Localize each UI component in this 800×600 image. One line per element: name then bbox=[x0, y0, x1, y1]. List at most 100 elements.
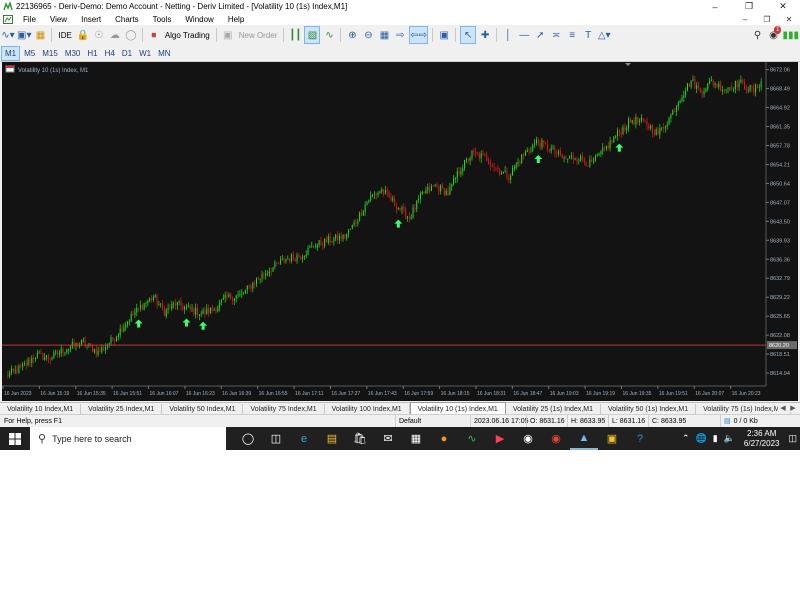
restore-button[interactable]: ❐ bbox=[732, 0, 766, 13]
bear-candle bbox=[736, 80, 738, 88]
menu-view[interactable]: View bbox=[43, 15, 74, 24]
connection-status-icon[interactable]: ▮▮▮ bbox=[782, 27, 799, 43]
bull-candle bbox=[233, 298, 235, 301]
menu-insert[interactable]: Insert bbox=[74, 15, 108, 24]
equidistant-channel-icon[interactable]: ≍ bbox=[549, 27, 563, 43]
timeframe-m30[interactable]: M30 bbox=[62, 47, 84, 60]
bull-candle bbox=[524, 152, 526, 156]
action-center-icon[interactable]: ◫ bbox=[788, 433, 797, 444]
taskbar-clock[interactable]: 2:36 AM 6/27/2023 bbox=[744, 429, 780, 449]
bull-candle bbox=[758, 86, 760, 88]
volume-icon[interactable]: 🔈 bbox=[724, 433, 735, 444]
taskbar-search-box[interactable]: ⚲ Type here to search bbox=[30, 427, 226, 450]
trading-app-icon[interactable]: ∿ bbox=[458, 427, 486, 450]
task-view-icon[interactable]: ◫ bbox=[262, 427, 290, 450]
deriv-app-icon[interactable]: ▶ bbox=[486, 427, 514, 450]
bull-candle bbox=[119, 328, 121, 336]
price-chart-canvas[interactable]: Volatility 10 (1s) Index, M1 8672.06 8668.… bbox=[2, 62, 798, 401]
bar-chart-icon[interactable]: ┃┃ bbox=[288, 27, 302, 43]
timeframe-m5[interactable]: M5 bbox=[21, 47, 38, 60]
obs-icon[interactable]: ◉ bbox=[514, 427, 542, 450]
new-chart-icon[interactable]: ∿▾ bbox=[1, 27, 15, 43]
horizontal-line-icon[interactable]: — bbox=[517, 27, 531, 43]
zoom-in-icon[interactable]: ⊕ bbox=[345, 27, 359, 43]
algo-trading-icon[interactable]: ⏹ bbox=[147, 27, 161, 43]
menu-tools[interactable]: Tools bbox=[146, 15, 179, 24]
tab-scroll-left-icon[interactable]: ◀ bbox=[778, 404, 788, 412]
tab-scroll-right-icon[interactable]: ▶ bbox=[788, 404, 798, 412]
menu-charts[interactable]: Charts bbox=[108, 15, 146, 24]
time-tick-label: 16 Jun 18:31 bbox=[477, 391, 506, 397]
search-icon[interactable]: ⚲ bbox=[750, 27, 764, 43]
chrome-icon[interactable]: ◉ bbox=[542, 427, 570, 450]
vertical-line-icon[interactable]: │ bbox=[501, 27, 515, 43]
trendline-icon[interactable]: ➚ bbox=[533, 27, 547, 43]
algo-trading-button[interactable]: Algo Trading bbox=[165, 31, 210, 40]
network-icon[interactable]: 🌐 bbox=[696, 433, 707, 444]
timeframe-mn[interactable]: MN bbox=[155, 47, 173, 60]
timeframe-h1[interactable]: H1 bbox=[84, 47, 100, 60]
toolbar-separator bbox=[283, 28, 285, 42]
minimize-button[interactable]: – bbox=[698, 0, 732, 13]
edge-browser-icon[interactable]: e bbox=[290, 427, 318, 450]
bear-candle bbox=[395, 205, 397, 210]
ide-button[interactable]: IDE bbox=[58, 31, 71, 40]
bull-candle bbox=[373, 194, 375, 196]
new-order-icon[interactable]: ▣ bbox=[221, 27, 235, 43]
bear-candle bbox=[576, 159, 578, 161]
new-order-button[interactable]: New Order bbox=[239, 31, 278, 40]
metatrader-taskbar-icon[interactable]: ▲ bbox=[570, 427, 598, 450]
mail-icon[interactable]: ✉ bbox=[374, 427, 402, 450]
battery-icon[interactable]: ▮ bbox=[713, 433, 718, 444]
chart-symbol-label: Volatility 10 (1s) Index, M1 bbox=[18, 68, 89, 74]
profiles-icon[interactable]: ▣▾ bbox=[17, 27, 31, 43]
vps-icon[interactable]: ◯ bbox=[124, 27, 138, 43]
auto-scroll-icon[interactable]: ⇨ bbox=[393, 27, 407, 43]
chart-restore-button[interactable]: ❐ bbox=[756, 13, 778, 25]
help-icon[interactable]: ? bbox=[626, 427, 654, 450]
chart-shift-icon[interactable]: ⇦⇨ bbox=[409, 26, 429, 44]
app-icon-orange[interactable]: ● bbox=[430, 427, 458, 450]
microsoft-store-icon[interactable]: 🛍 bbox=[346, 427, 374, 450]
cortana-icon[interactable]: ◯ bbox=[234, 427, 262, 450]
menu-window[interactable]: Window bbox=[178, 15, 220, 24]
notifications-icon[interactable]: ◉ 1 bbox=[766, 26, 782, 43]
candlestick-chart-icon[interactable]: ▧ bbox=[304, 26, 321, 44]
market-watch-icon[interactable]: ▦ bbox=[33, 27, 47, 43]
bull-candle bbox=[675, 106, 677, 112]
bull-candle bbox=[200, 313, 202, 315]
lock-icon[interactable]: 🔒 bbox=[76, 27, 90, 43]
tray-chevron-icon[interactable]: ⌃ bbox=[682, 433, 690, 444]
windows-start-button[interactable] bbox=[0, 427, 30, 450]
zoom-out-icon[interactable]: ⊖ bbox=[361, 27, 375, 43]
metatrader-app-icon bbox=[3, 2, 13, 11]
chart-minimize-button[interactable]: – bbox=[734, 13, 756, 25]
price-chart[interactable]: Volatility 10 (1s) Index, M1 8672.06 8668.… bbox=[2, 62, 798, 401]
crosshair-icon[interactable]: ✚ bbox=[478, 27, 492, 43]
menu-file[interactable]: File bbox=[16, 15, 43, 24]
timeframe-m15[interactable]: M15 bbox=[39, 47, 61, 60]
search-icon: ⚲ bbox=[38, 433, 47, 445]
timeframe-w1[interactable]: W1 bbox=[136, 47, 154, 60]
tile-windows-icon[interactable]: ▦ bbox=[377, 27, 391, 43]
cloud-icon[interactable]: ☁ bbox=[108, 27, 122, 43]
text-tool-icon[interactable]: T bbox=[581, 27, 595, 43]
timeframe-m1[interactable]: M1 bbox=[1, 45, 21, 61]
fibonacci-icon[interactable]: ≡ bbox=[565, 27, 579, 43]
signal-icon[interactable]: ☉ bbox=[92, 27, 106, 43]
cursor-icon[interactable]: ↖ bbox=[460, 26, 477, 44]
bull-candle bbox=[512, 168, 514, 176]
traffic-icon: ▤ bbox=[724, 418, 731, 425]
shapes-icon[interactable]: △▾ bbox=[597, 27, 611, 43]
line-chart-icon[interactable]: ∿ bbox=[322, 27, 336, 43]
menu-help[interactable]: Help bbox=[221, 15, 251, 24]
close-button[interactable]: ✕ bbox=[766, 0, 800, 13]
bull-candle bbox=[255, 278, 257, 285]
file-explorer-icon[interactable]: ▤ bbox=[318, 427, 346, 450]
chart-close-button[interactable]: ✕ bbox=[778, 13, 800, 25]
timeframe-d1[interactable]: D1 bbox=[119, 47, 135, 60]
timeframe-h4[interactable]: H4 bbox=[102, 47, 118, 60]
calculator-icon[interactable]: ▦ bbox=[402, 427, 430, 450]
app-icon-yellow[interactable]: ▣ bbox=[598, 427, 626, 450]
screenshot-icon[interactable]: ▣ bbox=[437, 27, 451, 43]
